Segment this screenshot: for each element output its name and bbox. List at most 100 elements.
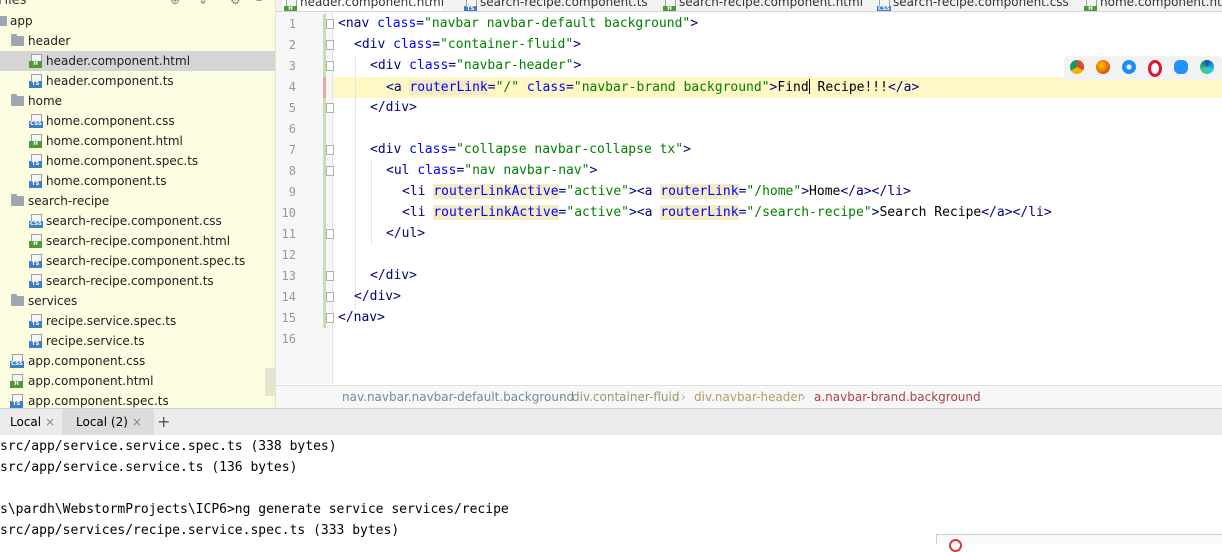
tree-file-home-component-spec-ts[interactable]: TS home.component.spec.ts	[0, 151, 275, 171]
code-line-13[interactable]: </div>	[370, 268, 417, 283]
tree-file-header-component-ts[interactable]: TS header.component.ts	[0, 71, 275, 91]
code-line-3[interactable]: <div class="navbar-header">	[370, 58, 581, 73]
add-terminal-button[interactable]: +	[157, 409, 170, 435]
tab-label: search-recipe.component.css	[893, 0, 1069, 9]
code-line-11[interactable]: </ul>	[386, 226, 425, 241]
tree-folder-header[interactable]: header	[0, 31, 275, 51]
ts-file-icon: TS	[29, 314, 42, 328]
tab-label: search-recipe.component.ts	[480, 0, 648, 9]
fold-marker-icon[interactable]	[326, 271, 334, 281]
settings-icon[interactable]: ⚙	[230, 0, 241, 7]
tree-item-label: search-recipe.component.spec.ts	[46, 254, 246, 268]
fold-marker-icon[interactable]	[326, 61, 334, 71]
code-line-14[interactable]: </div>	[354, 289, 401, 304]
tree-item-label: home.component.html	[46, 134, 183, 148]
tree-file-search-recipe-component-html[interactable]: H search-recipe.component.html	[0, 231, 275, 251]
tree-file-search-recipe-component-ts[interactable]: TS search-recipe.component.ts	[0, 271, 275, 291]
fold-marker-icon[interactable]	[326, 145, 334, 155]
code-line-8[interactable]: <ul class="nav navbar-nav">	[386, 163, 597, 178]
folder-icon	[11, 34, 24, 46]
tree-item-label: header.component.html	[46, 54, 191, 68]
line-number: 5	[288, 101, 296, 115]
tree-item-label: home.component.spec.ts	[46, 154, 199, 168]
breadcrumb-item[interactable]: div.navbar-header	[694, 386, 803, 408]
tree-scrollbar[interactable]	[265, 368, 275, 396]
tree-item-label: header	[28, 34, 71, 48]
project-tree-title: Files	[0, 0, 27, 8]
tree-item-label: search-recipe	[28, 194, 110, 208]
collapse-all-icon[interactable]: ⇕	[198, 0, 208, 7]
tree-file-search-recipe-component-spec-ts[interactable]: TS search-recipe.component.spec.ts	[0, 251, 275, 271]
terminal-tab-local-2[interactable]: Local (2) ×	[62, 409, 154, 435]
code-line-2[interactable]: <div class="container-fluid">	[354, 37, 581, 52]
chrome-icon[interactable]	[1070, 60, 1084, 74]
firefox-icon[interactable]	[1096, 60, 1110, 74]
code-line-1[interactable]: <nav class="navbar navbar-default backgr…	[338, 16, 698, 31]
fold-marker-icon[interactable]	[326, 40, 334, 50]
tree-folder-app[interactable]: app	[0, 11, 275, 31]
safari-icon[interactable]	[1122, 60, 1136, 74]
tab-header-component-html[interactable]: H header.component.html	[282, 0, 444, 11]
tree-file-home-component-ts[interactable]: TS home.component.ts	[0, 171, 275, 191]
line-number: 6	[288, 122, 296, 136]
breadcrumb-item[interactable]: a.navbar-brand.background	[814, 386, 981, 408]
fold-marker-icon[interactable]	[326, 292, 334, 302]
tree-item-label: app.component.spec.ts	[28, 394, 169, 408]
fold-marker-icon[interactable]	[326, 19, 334, 29]
code-line-5[interactable]: </div>	[370, 100, 417, 115]
ts-file-icon: TS	[10, 394, 23, 408]
browser-preview-bar	[1064, 56, 1222, 80]
ts-file-icon: TS	[29, 334, 42, 348]
tree-file-recipe-service-spec-ts[interactable]: TS recipe.service.spec.ts	[0, 311, 275, 331]
code-line-15[interactable]: </nav>	[338, 310, 385, 325]
edge-icon[interactable]	[1200, 60, 1214, 74]
tree-item-label: search-recipe.component.html	[46, 234, 231, 248]
tree-folder-search-recipe[interactable]: search-recipe	[0, 191, 275, 211]
code-line-9[interactable]: <li routerLinkActive="active"><a routerL…	[402, 184, 911, 199]
tree-file-home-component-html[interactable]: H home.component.html	[0, 131, 275, 151]
tab-search-recipe-component-css[interactable]: CSS search-recipe.component.css	[875, 0, 1075, 11]
code-line-7[interactable]: <div class="collapse navbar-collapse tx"…	[370, 142, 691, 157]
ts-file-icon: TS	[29, 254, 42, 268]
line-number: 12	[281, 248, 296, 262]
opera-icon[interactable]	[1148, 60, 1162, 77]
close-icon[interactable]: ×	[132, 415, 142, 429]
ie-icon[interactable]	[1174, 60, 1188, 74]
terminal-line: src/app/service.service.ts (136 bytes)	[0, 460, 298, 475]
tree-file-recipe-service-ts[interactable]: TS recipe.service.ts	[0, 331, 275, 351]
folder-icon	[0, 16, 7, 26]
chevron-right-icon: ›	[559, 390, 564, 404]
tree-folder-services[interactable]: services	[0, 291, 275, 311]
tree-file-search-recipe-component-css[interactable]: CSS search-recipe.component.css	[0, 211, 275, 231]
code-line-10[interactable]: <li routerLinkActive="active"><a routerL…	[402, 205, 1052, 220]
fold-marker-icon[interactable]	[326, 103, 334, 113]
indent-guide	[355, 56, 356, 308]
tree-file-app-component-spec-ts[interactable]: TS app.component.spec.ts	[0, 391, 275, 408]
ts-file-icon: TS	[464, 0, 477, 11]
tree-file-app-component-css[interactable]: CSS app.component.css	[0, 351, 275, 371]
terminal-output[interactable]: src/app/service.service.spec.ts (338 byt…	[0, 435, 1222, 543]
close-icon[interactable]: ×	[45, 415, 55, 429]
tree-item-label: search-recipe.component.ts	[46, 274, 214, 288]
tab-label: home.component.html	[1100, 0, 1222, 9]
tree-item-label: home.component.css	[46, 114, 175, 128]
tree-file-header-component-html[interactable]: H header.component.html	[0, 51, 275, 71]
tab-search-recipe-component-html[interactable]: H search-recipe.component.html	[661, 0, 863, 11]
tree-file-app-component-html[interactable]: H app.component.html	[0, 371, 275, 391]
hide-icon[interactable]: –	[256, 0, 262, 7]
tab-home-component-html[interactable]: H home.component.html	[1082, 0, 1222, 11]
tab-search-recipe-component-ts[interactable]: TS search-recipe.component.ts	[462, 0, 652, 11]
breadcrumb-item[interactable]: nav.navbar.navbar-default.background	[342, 386, 574, 408]
terminal-line: s\pardh\WebstormProjects\ICP6>ng generat…	[0, 502, 509, 517]
tree-folder-home[interactable]: home	[0, 91, 275, 111]
css-file-icon: CSS	[29, 214, 43, 228]
breadcrumb-item[interactable]: div.container-fluid	[572, 386, 679, 408]
tree-file-home-component-css[interactable]: CSS home.component.css	[0, 111, 275, 131]
tree-item-label: app.component.css	[28, 354, 146, 368]
line-number: 7	[288, 143, 296, 157]
locate-icon[interactable]: ⊕	[170, 0, 180, 7]
fold-marker-icon[interactable]	[326, 229, 334, 239]
code-line-4[interactable]: <a routerLink="/" class="navbar-brand ba…	[386, 79, 919, 95]
fold-marker-icon[interactable]	[326, 313, 334, 323]
fold-marker-icon[interactable]	[326, 166, 334, 176]
